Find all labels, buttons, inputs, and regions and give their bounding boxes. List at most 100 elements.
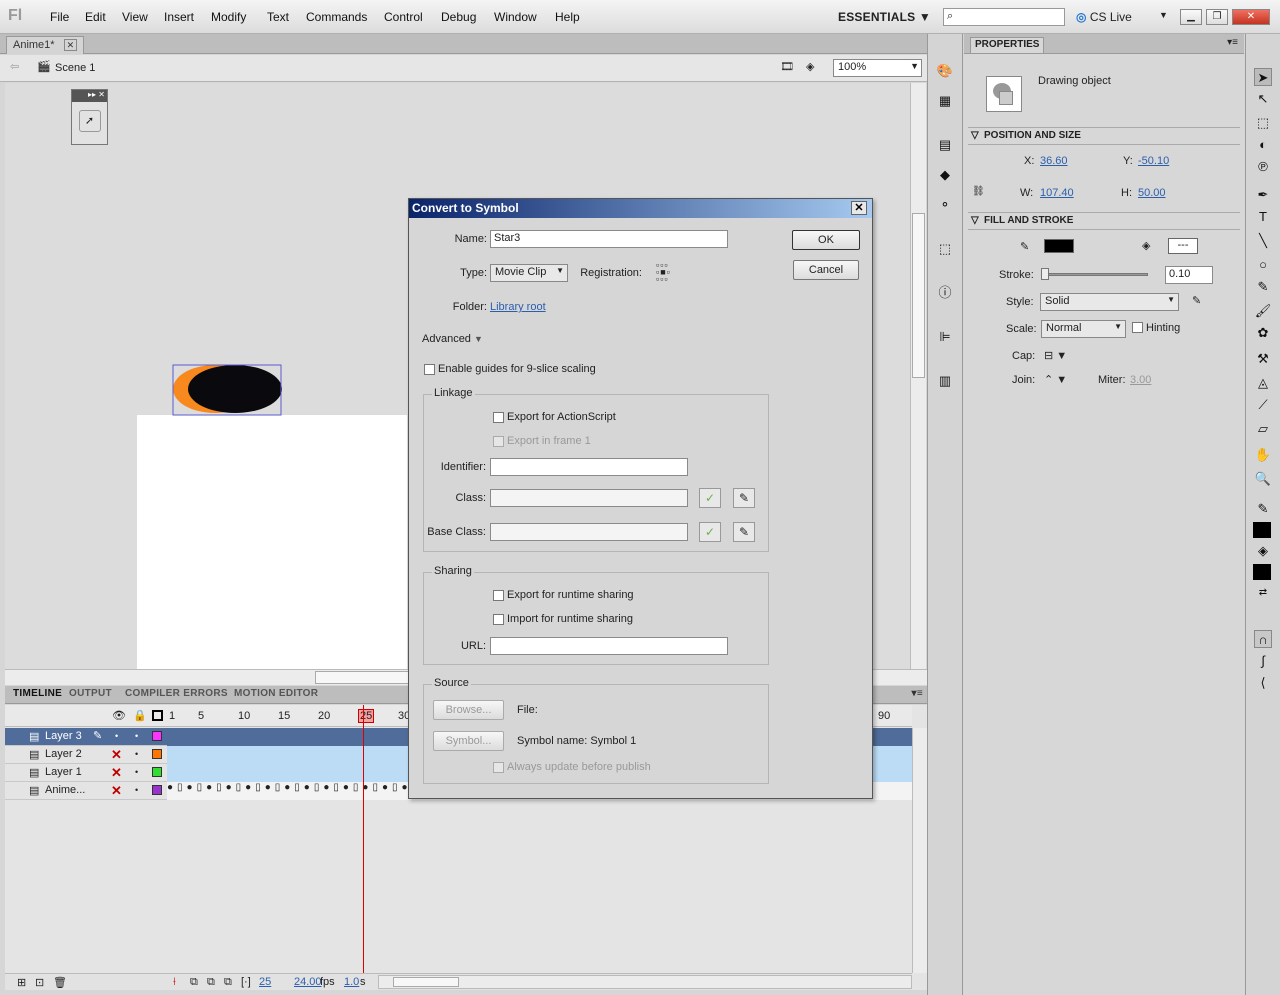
oval-tool-icon[interactable]: ○ (1254, 256, 1272, 274)
outline-icon[interactable] (152, 710, 163, 721)
swap-colors-icon[interactable]: ⇄ (1254, 584, 1272, 602)
history-icon[interactable]: ▥ (936, 372, 954, 390)
library-icon[interactable]: ▤ (936, 136, 954, 154)
text-tool-icon[interactable]: T (1254, 208, 1272, 226)
height-value[interactable]: 50.00 (1138, 187, 1166, 199)
export-actionscript-checkbox[interactable] (493, 412, 504, 423)
tab-motion-editor[interactable]: MOTION EDITOR (234, 688, 318, 699)
advanced-toggle[interactable]: Advanced ▼ (422, 333, 483, 345)
edit-base-class-icon[interactable]: ✎ (733, 522, 755, 542)
zoom-tool-icon[interactable]: 🔍 (1254, 470, 1272, 488)
ellipse-shapes[interactable] (170, 362, 285, 418)
swatches-icon[interactable]: ▦ (936, 92, 954, 110)
menu-edit[interactable]: Edit (85, 10, 106, 24)
fill-color-swatch[interactable]: --- (1168, 238, 1198, 254)
always-update-checkbox[interactable] (493, 762, 504, 773)
menu-view[interactable]: View (122, 10, 148, 24)
x-value[interactable]: 36.60 (1040, 155, 1068, 167)
3d-rotation-tool-icon[interactable]: ◐ (1254, 136, 1272, 154)
edit-class-icon[interactable]: ✎ (733, 488, 755, 508)
cs-live-button[interactable]: ◎ CS Live (1076, 10, 1132, 24)
back-arrow-icon[interactable]: ⇦ (10, 60, 19, 73)
hinting-checkbox[interactable] (1132, 322, 1143, 333)
edit-symbols-icon[interactable]: ◈ (806, 60, 814, 73)
scale-select[interactable]: Normal (1041, 320, 1126, 338)
validate-base-class-icon[interactable]: ✓ (699, 522, 721, 542)
pen-tool-icon[interactable]: ✒ (1254, 186, 1272, 204)
eyedropper-tool-icon[interactable]: ⟋ (1254, 396, 1272, 414)
hidden-x-icon[interactable]: ✕ (111, 783, 122, 799)
layer-name[interactable]: Layer 1 (45, 766, 82, 778)
vertical-scrollbar[interactable] (910, 83, 926, 669)
hand-tool-icon[interactable]: ✋ (1254, 446, 1272, 464)
brush-tool-icon[interactable]: 🖌 (1254, 302, 1272, 320)
close-window-button[interactable]: ✕ (1232, 9, 1270, 25)
tab-output[interactable]: OUTPUT (69, 688, 112, 699)
onion-skin-icon[interactable]: ⧉ (190, 976, 198, 989)
onion-markers-icon[interactable]: [·] (241, 976, 251, 988)
nine-slice-checkbox[interactable] (424, 364, 435, 375)
lock-dot[interactable]: • (135, 785, 138, 795)
components-icon[interactable]: ◆ (936, 166, 954, 184)
onion-outlines-icon[interactable]: ⧉ (207, 976, 215, 989)
stroke-slider-thumb[interactable] (1041, 268, 1049, 280)
menu-text[interactable]: Text (267, 10, 289, 24)
info-icon[interactable]: ⓘ (936, 284, 954, 302)
frame-rate[interactable]: 24.00 (294, 976, 322, 988)
tab-compiler-errors[interactable]: COMPILER ERRORS (125, 688, 228, 699)
layer-color[interactable] (152, 767, 162, 777)
smooth-icon[interactable]: ∫ (1254, 652, 1272, 670)
ok-button[interactable]: OK (792, 230, 860, 250)
import-runtime-checkbox[interactable] (493, 614, 504, 625)
scene-label[interactable]: Scene 1 (55, 62, 95, 74)
menu-control[interactable]: Control (384, 10, 423, 24)
stroke-color-tool-icon[interactable]: ✎ (1254, 500, 1272, 518)
link-constraint-icon[interactable]: ⛓ (972, 186, 985, 197)
menu-window[interactable]: Window (494, 10, 537, 24)
menu-debug[interactable]: Debug (441, 10, 476, 24)
panel-icon[interactable]: ➚ (78, 110, 101, 132)
subselection-tool-icon[interactable]: ↖ (1254, 90, 1272, 108)
horizontal-scroll-thumb[interactable] (315, 671, 415, 684)
maximize-button[interactable]: ❐ (1206, 9, 1228, 25)
menu-help[interactable]: Help (555, 10, 580, 24)
hidden-x-icon[interactable]: ✕ (111, 747, 122, 763)
free-transform-tool-icon[interactable]: ⬚ (1254, 114, 1272, 132)
selection-tool-icon[interactable]: ➤ (1254, 68, 1272, 86)
layer-name[interactable]: Layer 3 (45, 730, 82, 742)
bone-tool-icon[interactable]: ⚒ (1254, 350, 1272, 368)
stroke-width-input[interactable]: 0.10 (1165, 266, 1213, 284)
fill-color-tool-icon[interactable]: ◈ (1254, 542, 1272, 560)
close-icon[interactable]: ✕ (851, 201, 867, 215)
lock-icon[interactable]: 🔒 (133, 709, 147, 722)
paint-bucket-tool-icon[interactable]: ◬ (1254, 374, 1272, 392)
miter-value[interactable]: 3.00 (1130, 374, 1151, 386)
identifier-input[interactable] (490, 458, 688, 476)
tab-timeline[interactable]: TIMELINE (13, 688, 62, 699)
url-input[interactable] (490, 637, 728, 655)
base-class-input[interactable] (490, 523, 688, 541)
menu-insert[interactable]: Insert (164, 10, 194, 24)
pencil-tool-icon[interactable]: ✎ (1254, 278, 1272, 296)
deco-tool-icon[interactable]: ✿ (1254, 324, 1272, 342)
eye-icon[interactable]: 👁 (112, 709, 126, 722)
stroke-color-chip[interactable] (1253, 522, 1271, 538)
fill-color-chip[interactable] (1253, 564, 1271, 580)
layer-name[interactable]: Anime... (45, 784, 85, 796)
validate-class-icon[interactable]: ✓ (699, 488, 721, 508)
center-frame-icon[interactable]: ⟊ (173, 976, 176, 989)
layer-color[interactable] (152, 749, 162, 759)
cancel-button[interactable]: Cancel (793, 260, 859, 280)
menu-file[interactable]: File (50, 10, 69, 24)
snap-magnet-icon[interactable]: ∩ (1254, 630, 1272, 648)
vertical-scroll-thumb[interactable] (912, 213, 925, 378)
timeline-hscrollbar[interactable] (378, 975, 912, 989)
menu-modify[interactable]: Modify (211, 10, 246, 24)
style-select[interactable]: Solid (1040, 293, 1179, 311)
dialog-title-bar[interactable]: Convert to Symbol ✕ (409, 199, 872, 218)
lock-dot[interactable]: • (135, 767, 138, 777)
zoom-select[interactable]: 100% ▼ (833, 59, 922, 77)
new-layer-icon[interactable]: ⊞ (17, 976, 26, 989)
stage[interactable] (137, 415, 407, 669)
class-input[interactable] (490, 489, 688, 507)
